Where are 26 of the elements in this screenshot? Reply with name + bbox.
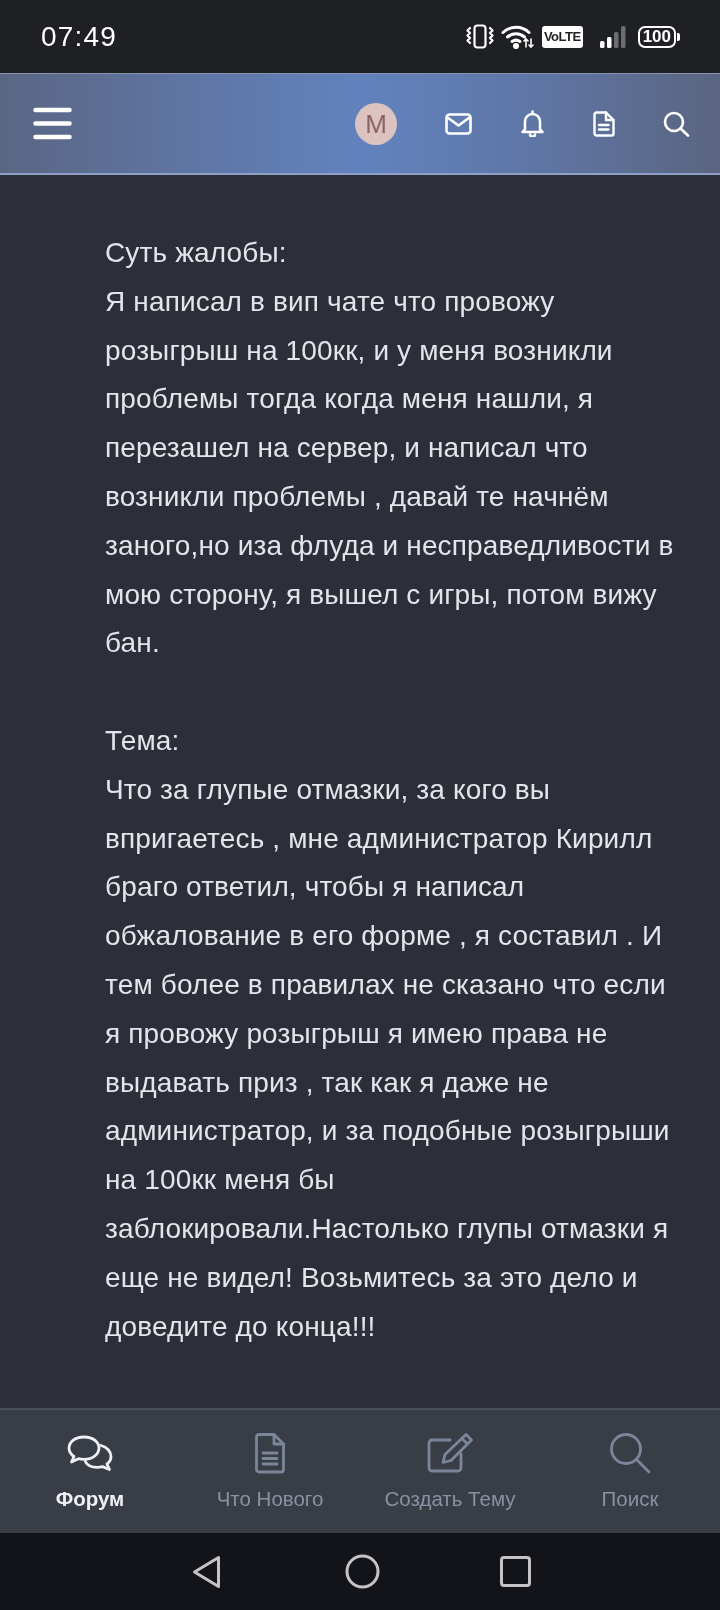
nav-tab[interactable]: Форум: [0, 1410, 180, 1533]
post-paragraph: Что за глупые отмазки, за кого вы впригаетесь , мне администратор Кирилл браго ответил, чтобы я написал обжалование в его форме , я составил . И тем более в правилах не сказано что если я провожу розыгрыш я имею права не выдавать приз , так как я даже не администратор, и за подобные розыгрыши на 100кк меня бы заблокировали.Настолько глупы отмазки я еще не видел! Возьмитесь за это дело и доведите до конца!!!: [105, 772, 671, 1344]
nav-tab[interactable]: Поиск: [540, 1410, 720, 1533]
signal-icon: [598, 24, 627, 49]
document-icon: [254, 1432, 286, 1474]
post-paragraph: Я написал в вип чате что провожу розыгрыш на 100кк, и у меня возникли проблемы тогда когда меня нашли, я перезашел на сервер, и написал что возникли проблемы , давай те начнём заного,но иза флуда и несправедливости в мою сторону, я вышел с игры, потом вижу бан.: [105, 284, 675, 661]
section-heading: Тема:: [105, 723, 181, 758]
wifi-icon: [500, 24, 535, 49]
document-icon[interactable]: [593, 110, 615, 137]
mail-icon[interactable]: [445, 112, 472, 135]
section-heading: Суть жалобы:: [105, 236, 288, 270]
back-icon[interactable]: [192, 1554, 221, 1589]
clock: 07:49: [41, 21, 118, 52]
volte-indicator: VoLTE: [541, 25, 583, 48]
edit-icon: [426, 1432, 474, 1474]
search-icon: [609, 1432, 651, 1474]
search-icon[interactable]: [663, 110, 690, 137]
menu-icon[interactable]: [33, 107, 72, 140]
recents-icon[interactable]: [500, 1556, 531, 1587]
battery-indicator: 100: [637, 25, 680, 48]
user-avatar[interactable]: M: [355, 102, 397, 145]
nav-tab[interactable]: Что Нового: [180, 1410, 360, 1533]
vibrate-icon: [465, 24, 494, 49]
nav-tab[interactable]: Создать Тему: [360, 1410, 540, 1533]
home-icon[interactable]: [345, 1554, 380, 1589]
bell-icon[interactable]: [520, 110, 545, 137]
